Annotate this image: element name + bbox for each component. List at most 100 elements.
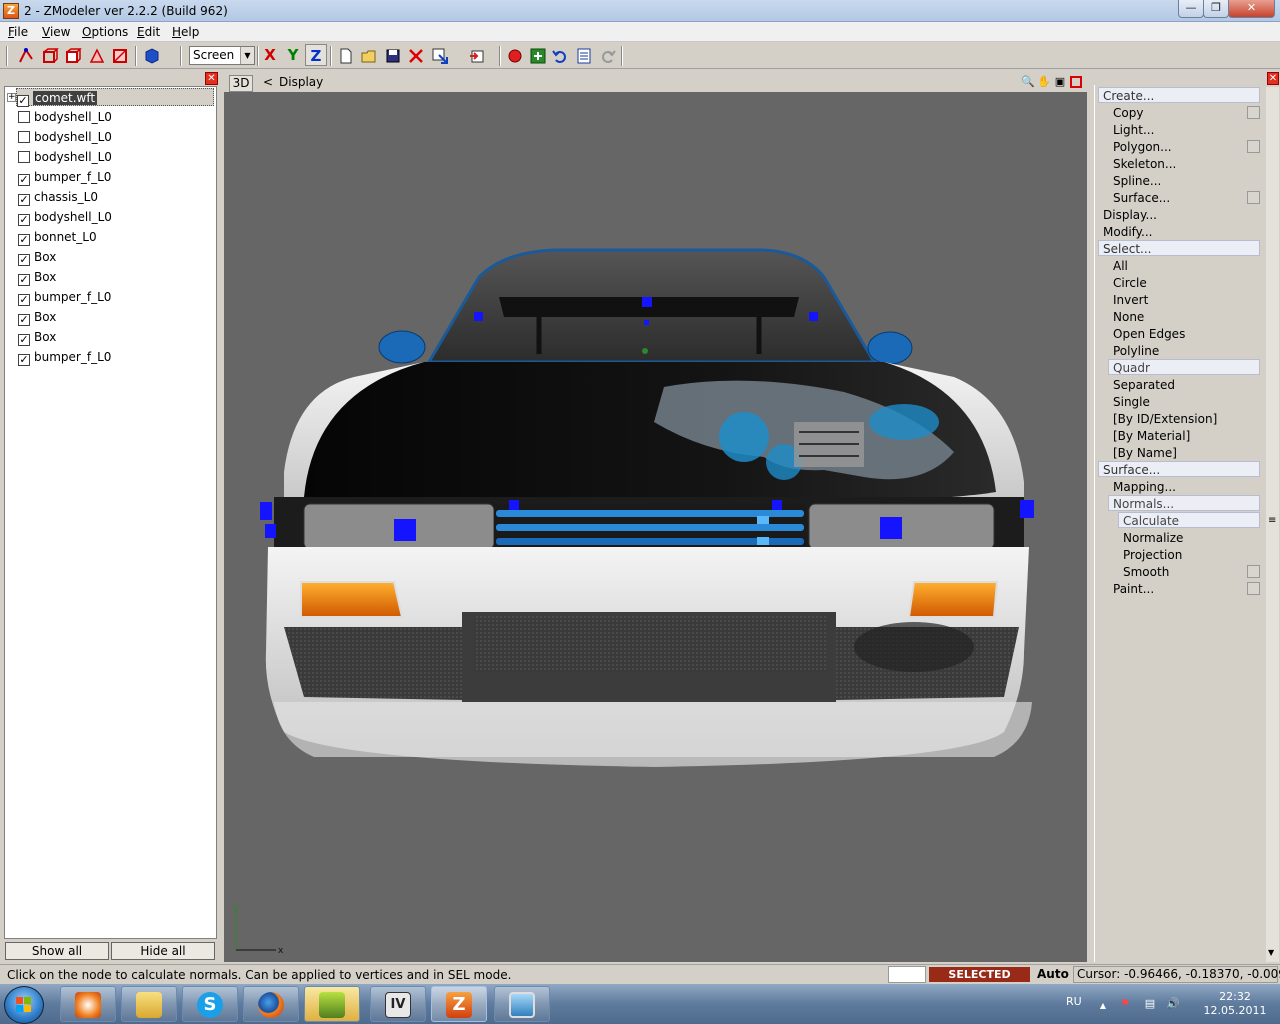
visibility-checkbox[interactable]: ✓ [18, 314, 30, 326]
taskbar-zmodeler[interactable]: Z [431, 986, 487, 1022]
command-paint-option[interactable] [1247, 582, 1260, 595]
taskbar-media-player[interactable] [60, 986, 116, 1022]
tree-node[interactable]: ✓ Box [18, 248, 56, 266]
zoom-icon[interactable]: 🔍 [1021, 75, 1035, 89]
command-select[interactable]: Select... [1098, 240, 1260, 256]
tree-node[interactable]: ✓ bumper_f_L0 [18, 348, 111, 366]
system-clock[interactable]: 22:32 12.05.2011 [1200, 990, 1270, 1018]
command-copy-option[interactable] [1247, 106, 1260, 119]
tree-node[interactable]: ✓ Box [18, 328, 56, 346]
new-file-icon[interactable] [337, 47, 355, 65]
command-polygon-option[interactable] [1247, 140, 1260, 153]
command-select-by-id[interactable]: [By ID/Extension] [1113, 411, 1217, 427]
select-polygon-icon[interactable] [111, 47, 129, 65]
open-file-icon[interactable] [360, 47, 378, 65]
tree-node[interactable]: ✓ Box [18, 268, 56, 286]
select-face-icon[interactable] [88, 47, 106, 65]
menu-edit[interactable]: Edit [137, 25, 160, 39]
command-surface[interactable]: Surface... [1098, 461, 1260, 477]
close-tree-panel-icon[interactable]: ✕ [205, 72, 218, 85]
command-modify[interactable]: Modify... [1103, 224, 1153, 240]
command-select-open-edges[interactable]: Open Edges [1113, 326, 1185, 342]
viewport-display-label[interactable]: Display [279, 75, 323, 89]
chevron-down-icon[interactable]: ▼ [240, 47, 254, 64]
tree-node[interactable]: ✓ bodyshell_L0 [18, 208, 112, 226]
command-mapping[interactable]: Mapping... [1113, 479, 1176, 495]
select-vertex-icon[interactable] [17, 47, 35, 65]
settings-grid-icon[interactable] [529, 47, 547, 65]
minimize-button[interactable]: — [1178, 0, 1204, 18]
close-button[interactable]: ✕ [1228, 0, 1275, 18]
command-normals-calculate[interactable]: Calculate [1118, 512, 1260, 528]
command-select-by-material[interactable]: [By Material] [1113, 428, 1190, 444]
scroll-down-icon[interactable]: ▼ [1268, 948, 1274, 957]
axis-z-toggle[interactable]: Z [305, 44, 327, 66]
command-select-by-name[interactable]: [By Name] [1113, 445, 1177, 461]
visibility-checkbox[interactable] [18, 151, 30, 163]
command-polygon[interactable]: Polygon... [1113, 139, 1172, 155]
input-language-indicator[interactable]: RU [1066, 995, 1082, 1008]
command-light[interactable]: Light... [1113, 122, 1154, 138]
command-surface-create[interactable]: Surface... [1113, 190, 1170, 206]
3d-viewport[interactable]: y x [224, 92, 1087, 962]
object-mode-icon[interactable] [143, 47, 161, 65]
command-select-single[interactable]: Single [1113, 394, 1150, 410]
selected-mode-badge[interactable]: SELECTED MODE [929, 967, 1030, 996]
action-center-flag-icon[interactable]: ⚑ [1118, 997, 1132, 1011]
taskbar-archive-tool[interactable] [304, 986, 360, 1022]
taskbar-image-viewer[interactable] [494, 986, 550, 1022]
command-copy[interactable]: Copy [1113, 105, 1143, 121]
visibility-checkbox[interactable] [18, 111, 30, 123]
tree-node[interactable]: ✓ chassis_L0 [18, 188, 98, 206]
auto-mode-toggle[interactable]: Auto [1037, 967, 1069, 981]
command-display[interactable]: Display... [1103, 207, 1157, 223]
redo-icon[interactable] [599, 47, 617, 65]
tree-node[interactable]: bodyshell_L0 [18, 108, 112, 126]
command-select-quadr[interactable]: Quadr [1108, 359, 1260, 375]
save-file-icon[interactable] [384, 47, 402, 65]
viewport-mode-3d[interactable]: 3D [229, 75, 253, 92]
visibility-checkbox[interactable] [18, 131, 30, 143]
tree-root-node[interactable]: ✓ comet.wft [16, 88, 214, 107]
network-icon[interactable]: ▤ [1143, 997, 1157, 1011]
menu-options[interactable]: Options [82, 25, 128, 39]
visibility-checkbox[interactable]: ✓ [18, 194, 30, 206]
command-spline[interactable]: Spline... [1113, 173, 1161, 189]
visibility-checkbox[interactable]: ✓ [17, 95, 29, 107]
visibility-checkbox[interactable]: ✓ [18, 174, 30, 186]
visibility-checkbox[interactable]: ✓ [18, 274, 30, 286]
maximize-button[interactable]: ❐ [1203, 0, 1229, 18]
hide-all-button[interactable]: Hide all [111, 942, 215, 960]
menu-help[interactable]: Help [172, 25, 199, 39]
show-hidden-icons-icon[interactable]: ▲ [1096, 999, 1110, 1013]
pan-hand-icon[interactable]: ✋ [1037, 75, 1051, 89]
export-icon[interactable] [468, 47, 486, 65]
view-mode-select[interactable]: Screen ▼ [189, 46, 255, 65]
document-list-icon[interactable] [575, 47, 593, 65]
zmodeler-app-icon[interactable]: Z [3, 3, 19, 19]
start-button[interactable] [4, 986, 44, 1024]
close-command-panel-icon[interactable]: ✕ [1267, 72, 1279, 85]
command-normals-projection[interactable]: Projection [1123, 547, 1182, 563]
select-object-icon[interactable] [41, 47, 59, 65]
tree-node[interactable]: ✓ bonnet_L0 [18, 228, 97, 246]
tree-node[interactable]: ✓ bumper_f_L0 [18, 168, 111, 186]
select-box-icon[interactable] [64, 47, 82, 65]
delete-icon[interactable] [407, 47, 425, 65]
command-surface-option[interactable] [1247, 191, 1260, 204]
command-create[interactable]: Create... [1098, 87, 1260, 103]
tree-node[interactable]: bodyshell_L0 [18, 128, 112, 146]
command-skeleton[interactable]: Skeleton... [1113, 156, 1176, 172]
visibility-checkbox[interactable]: ✓ [18, 214, 30, 226]
import-icon[interactable] [431, 47, 449, 65]
tree-node[interactable]: ✓ bumper_f_L0 [18, 288, 111, 306]
command-select-polyline[interactable]: Polyline [1113, 343, 1159, 359]
menu-file[interactable]: File [8, 25, 28, 39]
command-paint[interactable]: Paint... [1113, 581, 1154, 597]
visibility-checkbox[interactable]: ✓ [18, 254, 30, 266]
show-all-button[interactable]: Show all [5, 942, 109, 960]
scrollbar-grip-icon[interactable]: ≡ [1268, 515, 1276, 526]
visibility-checkbox[interactable]: ✓ [18, 354, 30, 366]
visibility-checkbox[interactable]: ✓ [18, 294, 30, 306]
command-smooth-option[interactable] [1247, 565, 1260, 578]
